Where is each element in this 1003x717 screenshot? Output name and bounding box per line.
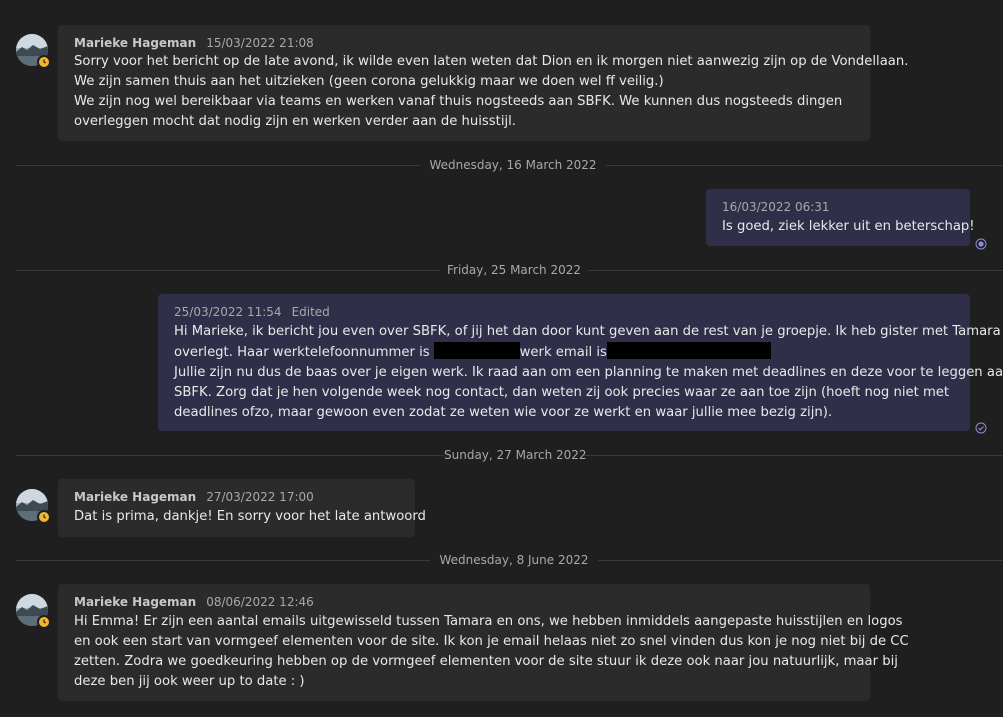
timestamp: 27/03/2022 17:00 <box>206 490 314 504</box>
away-status-icon <box>37 615 51 629</box>
date-divider-label: Wednesday, 16 March 2022 <box>429 158 597 172</box>
message-line: zetten. Zodra we goedkeuring hebben op d… <box>74 654 898 669</box>
redacted-email <box>606 342 771 359</box>
message-line: Sorry voor het bericht op de late avond,… <box>74 54 909 69</box>
date-divider-line <box>16 165 420 166</box>
message-bubble[interactable]: Marieke Hageman 15/03/2022 21:08 Sorry vo… <box>58 25 908 141</box>
message-line: Hi Marieke, ik bericht jou even over SBF… <box>174 324 1001 339</box>
message-bubble[interactable]: Marieke Hageman 08/06/2022 12:46 Hi Emma!… <box>58 584 909 701</box>
message-line: We zijn nog wel bereikbaar via teams en … <box>74 94 843 109</box>
message-line: Jullie zijn nu dus de baas over je eigen… <box>174 365 1003 380</box>
message-line: overleggen mocht dat nodig zijn en werke… <box>74 114 516 129</box>
sender-name: Marieke Hageman <box>74 36 197 50</box>
date-divider-label: Friday, 25 March 2022 <box>446 263 581 277</box>
date-divider-line <box>584 455 1003 456</box>
message-header: Marieke Hageman 08/06/2022 12:46 <box>74 595 314 609</box>
away-status-icon <box>37 55 51 69</box>
date-divider-line <box>606 165 1003 166</box>
message-line: deadlines ofzo, maar gewoon even zodat z… <box>174 405 833 420</box>
timestamp: 25/03/2022 11:54 <box>174 305 282 319</box>
timestamp: 15/03/2022 21:08 <box>206 36 314 50</box>
message-fragment: overlegt. Haar werktelefoonnummer is <box>174 345 430 360</box>
sender-name: Marieke Hageman <box>74 490 197 504</box>
message-text: Hi Emma! Er zijn een aantal emails uitge… <box>74 612 909 692</box>
message-line: overlegt. Haar werktelefoonnummer is werk… <box>174 342 1003 363</box>
message-bubble[interactable]: 25/03/2022 11:54 Edited Hi Marieke, ik be… <box>158 294 1003 431</box>
edited-label: Edited <box>291 305 330 319</box>
message-text: Sorry voor het bericht op de late avond,… <box>74 52 908 132</box>
message-text: Dat is prima, dankje! En sorry voor het … <box>74 509 426 524</box>
message-bubble[interactable]: Marieke Hageman 27/03/2022 17:00 Dat is p… <box>58 479 426 537</box>
message-fragment: werk email is <box>519 345 607 360</box>
date-divider-line <box>588 270 1003 271</box>
date-divider-line <box>16 270 440 271</box>
message-line: deze ben jij ook weer up to date : ) <box>74 674 305 689</box>
read-receipt-icon <box>975 419 987 438</box>
message-line: en ook een start van vormgeef elementen … <box>74 634 909 649</box>
date-divider-line <box>16 560 430 561</box>
message-text: Hi Marieke, ik bericht jou even over SBF… <box>174 322 1003 423</box>
message-line: Hi Emma! Er zijn een aantal emails uitge… <box>74 614 903 629</box>
read-receipt-icon <box>975 235 987 254</box>
date-divider-label: Wednesday, 8 June 2022 <box>439 553 589 567</box>
timestamp: 08/06/2022 12:46 <box>206 595 314 609</box>
redacted-phone-number <box>433 342 520 359</box>
message-line: SBFK. Zorg dat je hen volgende week nog … <box>174 385 950 400</box>
away-status-icon <box>37 510 51 524</box>
message-header: Marieke Hageman 27/03/2022 17:00 <box>74 490 314 504</box>
message-line: We zijn samen thuis aan het uitzieken (g… <box>74 74 664 89</box>
message-header: Marieke Hageman 15/03/2022 21:08 <box>74 36 314 50</box>
message-header: 25/03/2022 11:54 Edited <box>174 305 330 319</box>
sender-name: Marieke Hageman <box>74 595 197 609</box>
date-divider-label: Sunday, 27 March 2022 <box>444 448 587 462</box>
date-divider-line <box>16 455 444 456</box>
message-text: Is goed, ziek lekker uit en beterschap! <box>722 219 975 234</box>
message-bubble[interactable]: 16/03/2022 06:31 Is goed, ziek lekker ui… <box>706 189 975 246</box>
date-divider-line <box>598 560 1003 561</box>
timestamp: 16/03/2022 06:31 <box>722 200 830 214</box>
